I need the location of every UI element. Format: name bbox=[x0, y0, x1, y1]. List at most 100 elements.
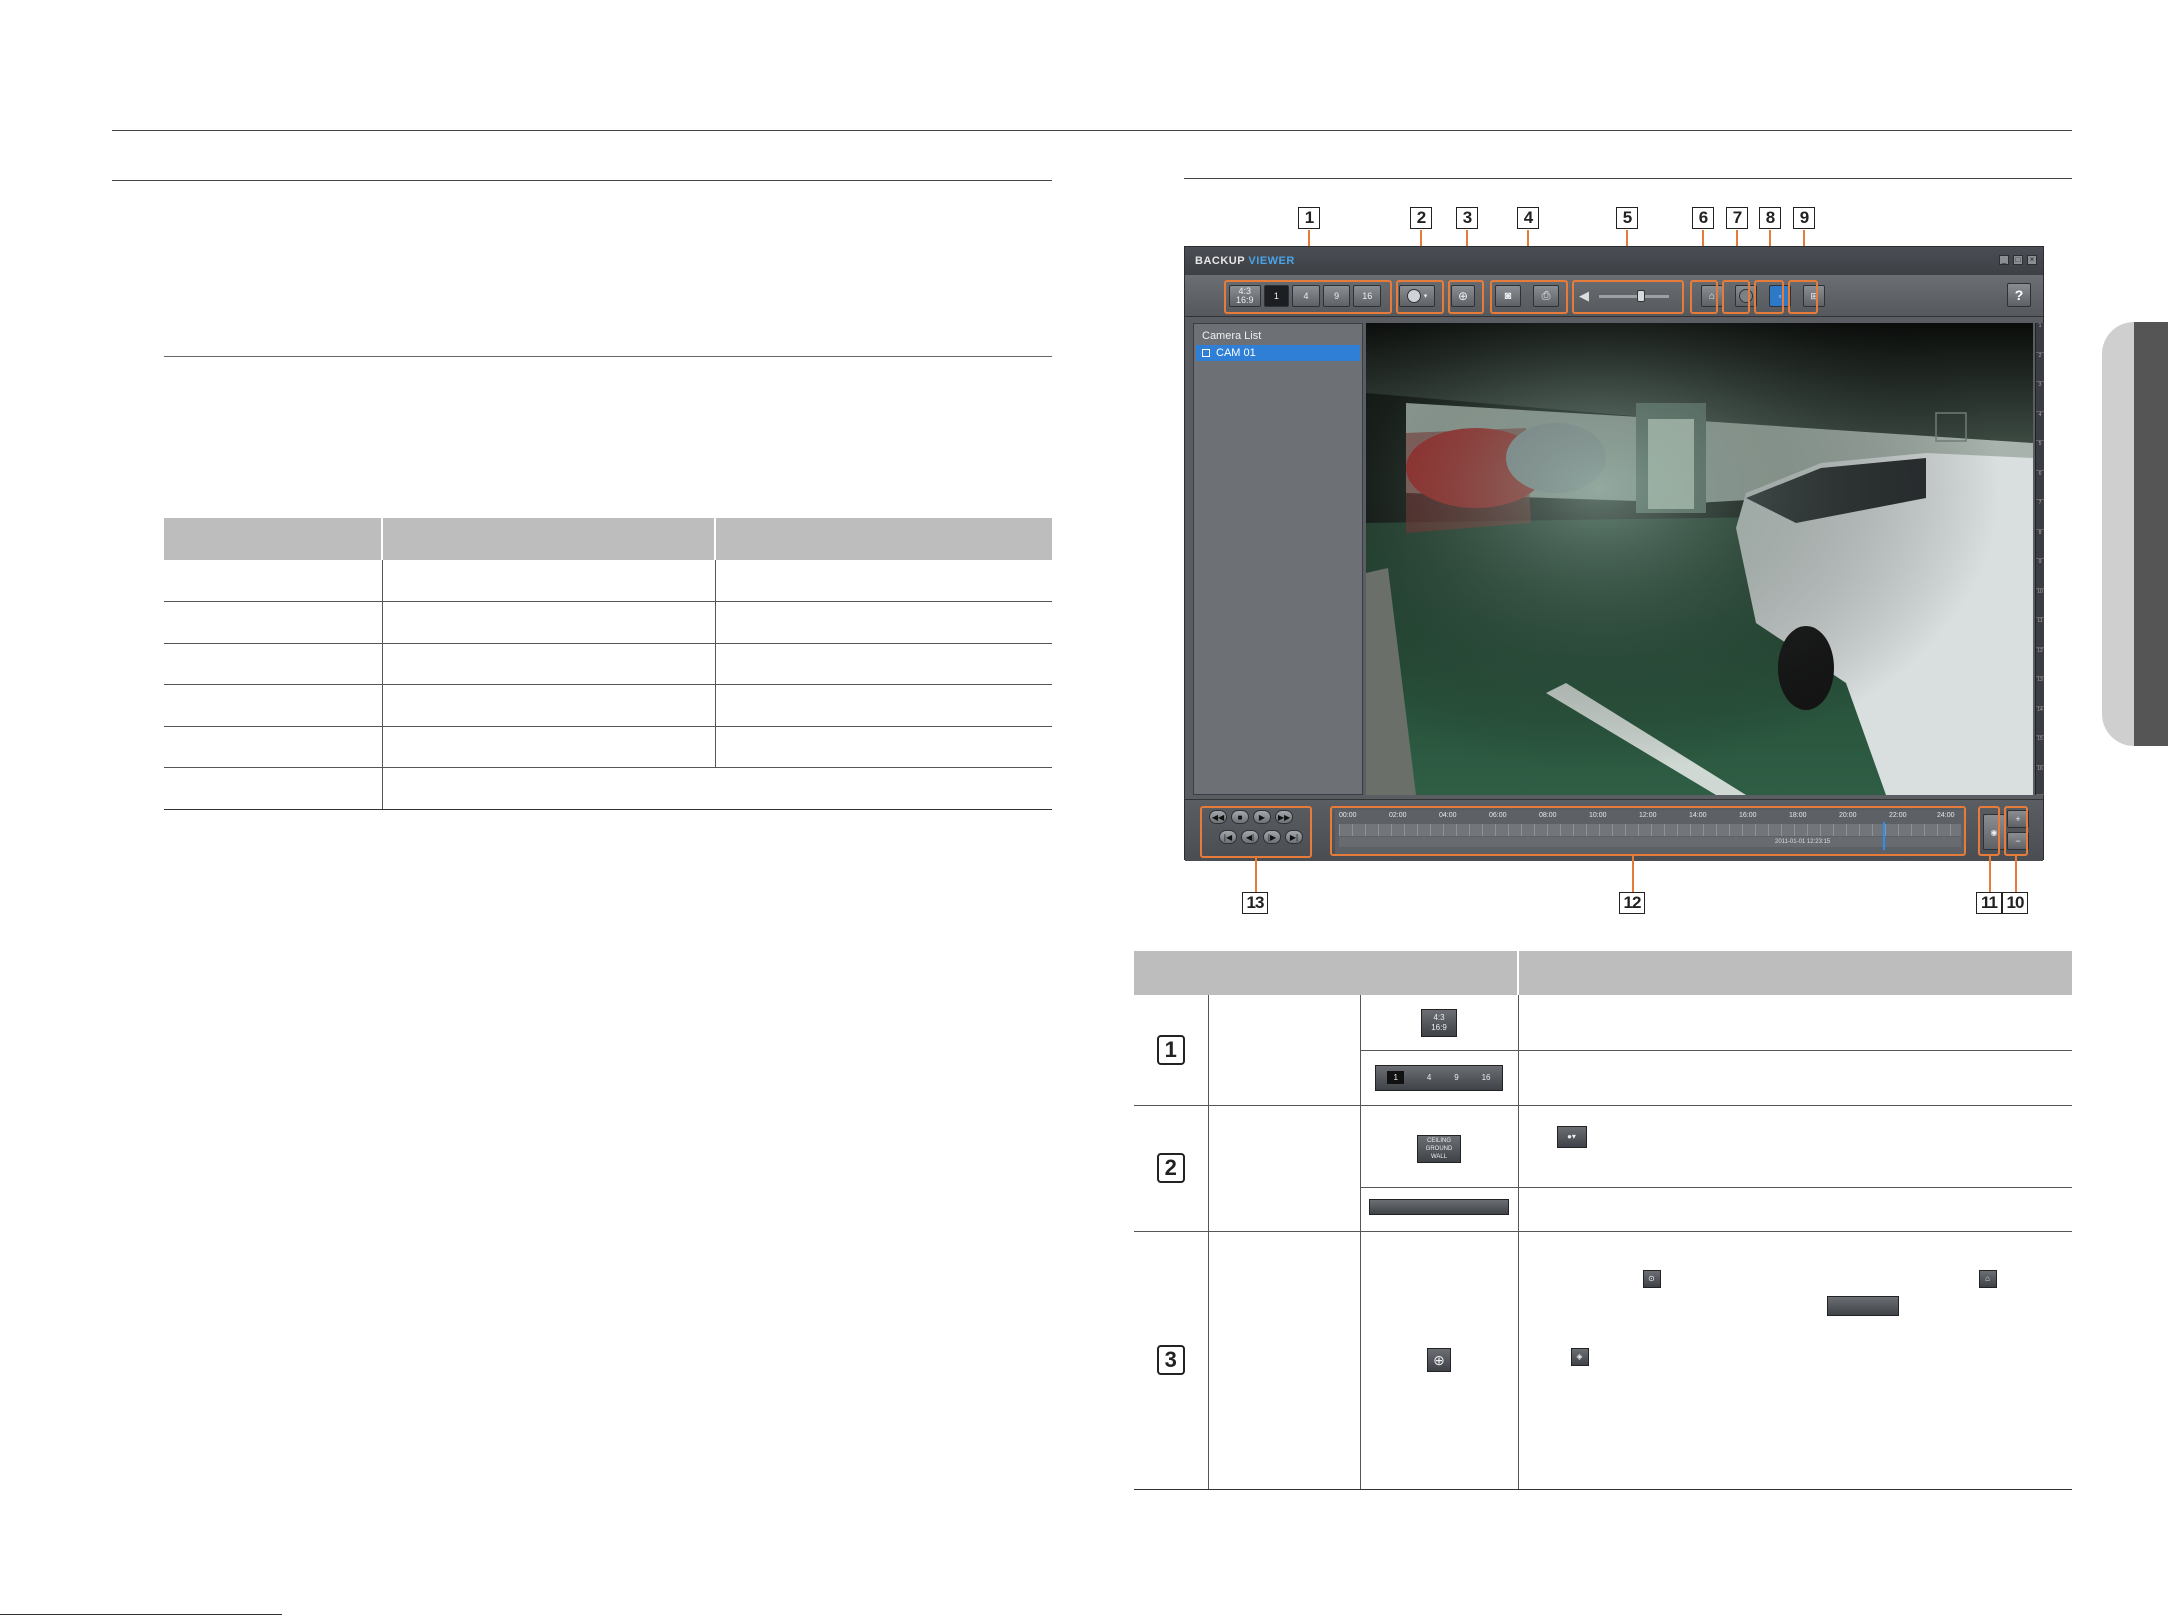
spec-cell bbox=[382, 643, 716, 685]
row-2-desc-b bbox=[1518, 1187, 2072, 1232]
highlight-3 bbox=[1448, 280, 1484, 314]
row-1-icon-cell-b: 1 4 9 16 bbox=[1360, 1050, 1519, 1106]
callout-1: 1 bbox=[1298, 207, 1320, 229]
left-section-rule bbox=[112, 180, 1052, 181]
row-2-desc-a: ●▾ bbox=[1518, 1105, 2072, 1188]
zoom-reset-icon: ◈ bbox=[1570, 1347, 1589, 1366]
ruler-tick: 13 bbox=[2036, 677, 2044, 707]
callout-8: 8 bbox=[1759, 207, 1781, 229]
spec-cell bbox=[382, 560, 716, 602]
highlight-12 bbox=[1330, 806, 1966, 856]
spec-cell bbox=[715, 726, 1052, 768]
backup-viewer-window: BACKUP VIEWER _ □ × 4:3 16:9 1 4 9 16 ▾ bbox=[1184, 246, 2044, 861]
minimize-button[interactable]: _ bbox=[1999, 255, 2009, 265]
spec-cell bbox=[382, 601, 716, 644]
highlight-13 bbox=[1200, 806, 1312, 858]
mount-ground-label: GROUND bbox=[1425, 1146, 1453, 1152]
spec-cell bbox=[715, 684, 1052, 727]
highlight-7 bbox=[1722, 280, 1750, 314]
row-3-icon-cell: ⊕ bbox=[1360, 1231, 1519, 1490]
left-subsection-rule bbox=[164, 356, 1052, 357]
ruler-tick: 8 bbox=[2036, 530, 2044, 559]
chapter-side-tab-inner bbox=[2134, 322, 2168, 746]
window-controls: _ □ × bbox=[1999, 255, 2037, 265]
leader-11 bbox=[1989, 856, 1991, 892]
row-3-number-cell: 3 bbox=[1134, 1231, 1209, 1490]
description-header-desc bbox=[1518, 951, 2072, 995]
description-row-1a: 1 4:3 16:9 bbox=[1134, 995, 2072, 1106]
camera-item-icon bbox=[1202, 349, 1210, 357]
callout-12: 12 bbox=[1619, 892, 1645, 914]
aspect-ratio-icon-bottom: 16:9 bbox=[1431, 1023, 1447, 1033]
camera-item-label: CAM 01 bbox=[1216, 347, 1256, 359]
callout-5: 5 bbox=[1616, 207, 1638, 229]
row-2-number: 2 bbox=[1156, 1153, 1185, 1183]
callout-9: 9 bbox=[1793, 207, 1815, 229]
footer-rule bbox=[0, 1614, 282, 1615]
aspect-ratio-icon: 4:3 16:9 bbox=[1421, 1009, 1457, 1038]
spec-cell bbox=[382, 767, 1052, 810]
highlight-8 bbox=[1754, 280, 1784, 314]
channel-ruler: 1 2 3 4 5 6 7 8 9 10 11 12 13 14 15 16 bbox=[2035, 323, 2044, 795]
camera-list-item[interactable]: CAM 01 bbox=[1196, 345, 1360, 361]
description-header-item bbox=[1134, 951, 1519, 995]
spec-row bbox=[164, 726, 1052, 768]
mount-mode-icon: CEILING GROUND WALL bbox=[1417, 1135, 1461, 1163]
spec-row bbox=[164, 684, 1052, 727]
description-table-header bbox=[1134, 951, 2072, 995]
ruler-tick: 4 bbox=[2036, 412, 2044, 441]
row-3-name-cell bbox=[1208, 1231, 1361, 1490]
callout-4: 4 bbox=[1517, 207, 1539, 229]
highlight-6 bbox=[1690, 280, 1718, 314]
ruler-tick: 14 bbox=[2036, 707, 2044, 736]
title-bar: BACKUP VIEWER _ □ × bbox=[1185, 247, 2043, 275]
row-2-icon-cell-b bbox=[1360, 1187, 1519, 1232]
help-button[interactable]: ? bbox=[2007, 283, 2031, 307]
split-icon-1: 1 bbox=[1387, 1071, 1404, 1084]
split-icon-16: 16 bbox=[1481, 1073, 1491, 1082]
row-1-number-cell: 1 bbox=[1134, 995, 1209, 1106]
highlight-9 bbox=[1788, 280, 1818, 314]
spec-table-header bbox=[164, 518, 1052, 560]
zoom-slider-icon bbox=[1826, 1295, 1899, 1316]
leader-12 bbox=[1632, 856, 1634, 892]
row-2-icon-cell-a: CEILING GROUND WALL bbox=[1360, 1105, 1519, 1188]
maximize-button[interactable]: □ bbox=[2013, 255, 2023, 265]
highlight-10 bbox=[2004, 806, 2028, 856]
highlight-11 bbox=[1978, 806, 2000, 856]
row-2-name-cell bbox=[1208, 1105, 1361, 1232]
leader-10 bbox=[2015, 856, 2017, 892]
chapter-side-tab bbox=[2102, 322, 2168, 746]
highlight-2 bbox=[1396, 280, 1444, 314]
ruler-tick: 3 bbox=[2036, 382, 2044, 412]
highlight-1 bbox=[1224, 280, 1392, 314]
callout-11: 11 bbox=[1976, 892, 2002, 914]
spec-cell bbox=[164, 643, 383, 685]
spec-cell bbox=[382, 726, 716, 768]
spec-cell bbox=[164, 726, 383, 768]
ruler-tick: 2 bbox=[2036, 353, 2044, 382]
mount-ceiling-label: CEILING bbox=[1426, 1138, 1451, 1144]
spec-cell bbox=[164, 767, 383, 810]
video-viewport[interactable] bbox=[1366, 323, 2033, 795]
spec-header-cell-1 bbox=[164, 518, 383, 560]
spec-cell bbox=[382, 684, 716, 727]
ruler-tick: 9 bbox=[2036, 559, 2044, 589]
split-screen-icon: 1 4 9 16 bbox=[1375, 1064, 1503, 1091]
row-2-number-cell: 2 bbox=[1134, 1105, 1209, 1232]
callout-10: 10 bbox=[2002, 892, 2028, 914]
parking-garage-video-frame bbox=[1366, 323, 2033, 795]
zoom-small-icon: ⊙ bbox=[1642, 1269, 1661, 1288]
callout-7: 7 bbox=[1726, 207, 1748, 229]
spec-table bbox=[164, 518, 1052, 810]
pan-icon: ⌂ bbox=[1978, 1269, 1997, 1288]
split-icon-9: 9 bbox=[1454, 1073, 1459, 1082]
callout-2: 2 bbox=[1410, 207, 1432, 229]
ruler-tick: 12 bbox=[2036, 648, 2044, 677]
spec-row bbox=[164, 643, 1052, 685]
close-button[interactable]: × bbox=[2027, 255, 2037, 265]
row-1-desc-b bbox=[1518, 1050, 2072, 1106]
ruler-tick: 15 bbox=[2036, 736, 2044, 766]
ruler-tick: 6 bbox=[2036, 471, 2044, 500]
ruler-tick: 10 bbox=[2036, 589, 2044, 618]
